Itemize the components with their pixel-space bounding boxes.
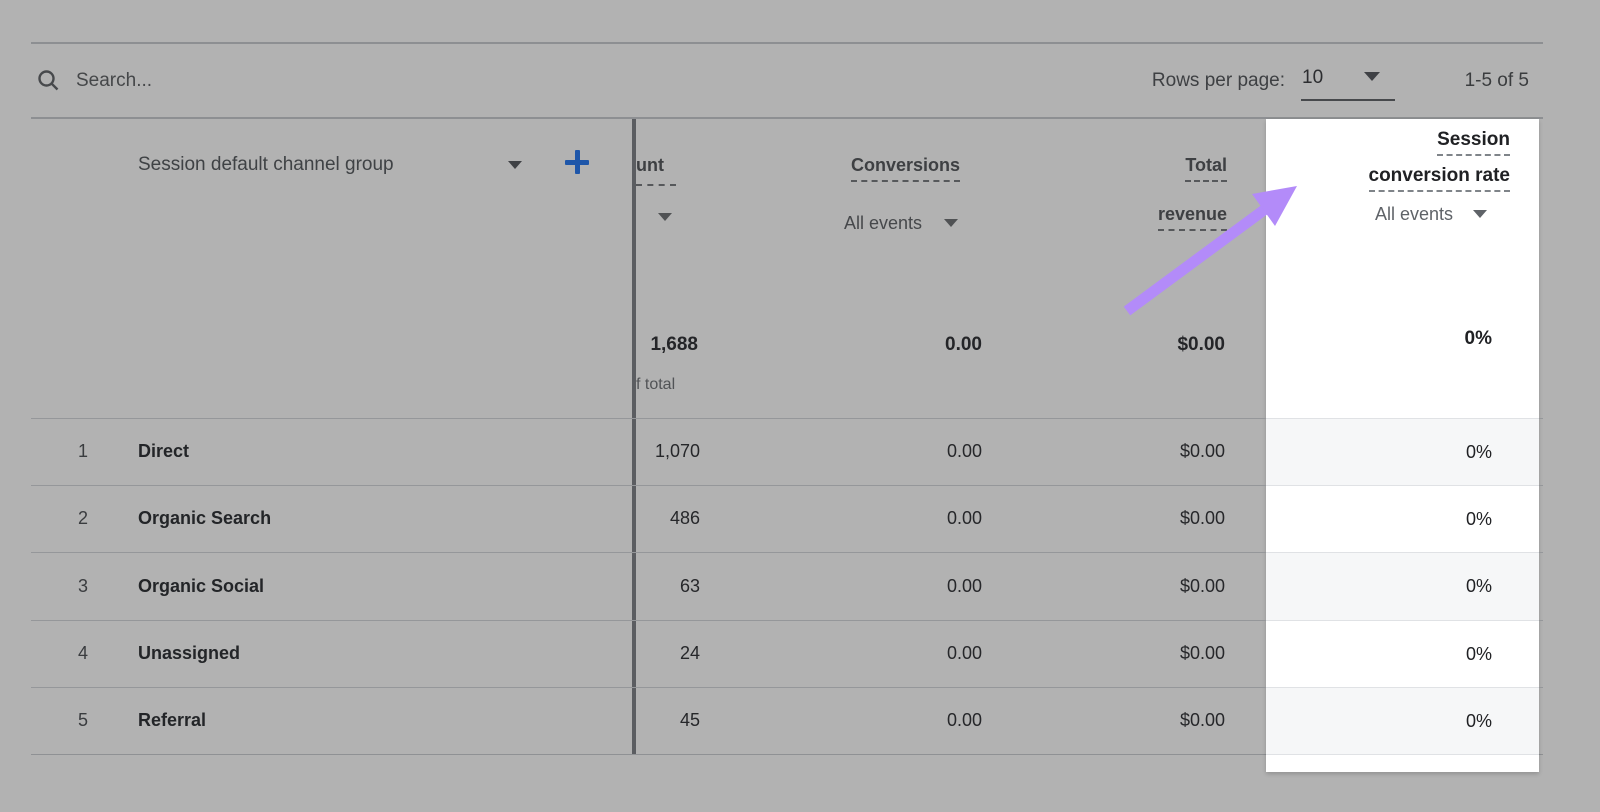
total-revenue-header[interactable]: Total revenue	[1157, 155, 1227, 253]
row-index: 3	[78, 575, 89, 596]
dimension-chevron-down-icon[interactable]	[508, 161, 522, 169]
clipped-metric-chevron-down-icon[interactable]	[658, 213, 672, 221]
revenue-value: $0.00	[1179, 643, 1225, 663]
total-revenue-label-line1[interactable]: Total	[1185, 155, 1227, 182]
add-dimension-plus-icon[interactable]	[565, 150, 589, 174]
table-row: 1 Direct 1,070 0.00 $0.00 0%	[31, 418, 1543, 485]
count-value: 45	[679, 710, 700, 730]
scr-label-line1[interactable]: Session	[1437, 130, 1510, 156]
revenue-value: $0.00	[1179, 508, 1225, 528]
conversions-event-label[interactable]: All events	[844, 213, 922, 233]
conversions-value: 0.00	[946, 441, 982, 461]
count-value: 486	[669, 508, 700, 528]
session-conversion-rate-value: 0%	[1266, 620, 1539, 687]
scr-event-label[interactable]: All events	[1375, 204, 1453, 224]
toolbar-top-divider	[31, 42, 1543, 44]
conversions-value: 0.00	[946, 508, 982, 528]
scr-chevron-down-icon[interactable]	[1473, 210, 1487, 218]
rows-per-page-label: Rows per page:	[1151, 70, 1285, 91]
table-bottom-border	[31, 754, 1266, 755]
session-conversion-rate-value: 0%	[1266, 418, 1539, 485]
row-index: 2	[78, 508, 89, 528]
table-row: 2 Organic Search 486 0.00 $0.00 0%	[31, 485, 1543, 552]
revenue-value: $0.00	[1179, 575, 1225, 596]
scr-event-selector[interactable]: All events	[1375, 204, 1487, 224]
revenue-value: $0.00	[1179, 710, 1225, 730]
session-conversion-rate-value: 0%	[1266, 687, 1539, 754]
row-index: 1	[78, 441, 89, 461]
conversions-value: 0.00	[946, 575, 982, 596]
conversions-header[interactable]: Conversions	[850, 155, 960, 182]
session-conversion-rate-value: 0%	[1266, 552, 1539, 620]
row-index: 4	[78, 643, 89, 663]
table-row: 4 Unassigned 24 0.00 $0.00 0%	[31, 620, 1543, 687]
count-value: 24	[679, 643, 700, 663]
dimension-header[interactable]: Session default channel group	[138, 154, 394, 176]
table-bottom-border-sliver	[1539, 754, 1543, 755]
session-conversion-rate-header[interactable]: Session conversion rate All events	[1368, 130, 1510, 224]
scr-label-line2[interactable]: conversion rate	[1368, 166, 1510, 192]
conversions-value: 0.00	[946, 710, 982, 730]
channel-name: Organic Search	[138, 508, 272, 528]
channel-name: Direct	[138, 441, 190, 461]
channel-name: Referral	[138, 710, 207, 730]
pagination-range: 1-5 of 5	[1464, 70, 1529, 91]
conversions-value: 0.00	[946, 643, 982, 663]
conversions-header-label[interactable]: Conversions	[850, 155, 960, 182]
rows-per-page-select[interactable]: 10	[1302, 68, 1323, 88]
channel-name: Organic Social	[138, 575, 265, 596]
totals-conversions: 0.00	[945, 334, 982, 355]
totals-revenue: $0.00	[1177, 334, 1225, 355]
rows-per-page-chevron-down-icon[interactable]	[1364, 72, 1380, 81]
table-bottom-border-highlight	[1266, 754, 1539, 755]
count-value: 1,070	[654, 441, 700, 461]
table-row: 5 Referral 45 0.00 $0.00 0%	[31, 687, 1543, 754]
revenue-value: $0.00	[1179, 441, 1225, 461]
totals-session-conversion-rate: 0%	[1464, 328, 1492, 349]
channel-name: Unassigned	[138, 643, 241, 663]
table-row: 3 Organic Social 63 0.00 $0.00 0%	[31, 552, 1543, 620]
count-value: 63	[679, 575, 700, 596]
total-revenue-label-line2[interactable]: revenue	[1157, 204, 1227, 231]
conversions-event-selector[interactable]: All events	[844, 213, 958, 233]
totals-count: 1,688	[650, 334, 698, 355]
conversions-chevron-down-icon[interactable]	[944, 219, 958, 227]
clipped-metric-header[interactable]: unt	[636, 155, 664, 175]
rows-per-page-underline	[1301, 99, 1395, 101]
search-input[interactable]: Search...	[76, 71, 152, 91]
row-index: 5	[78, 710, 89, 730]
totals-count-caption: f total	[636, 376, 676, 393]
search-icon	[38, 70, 59, 91]
session-conversion-rate-value: 0%	[1266, 485, 1539, 552]
ga4-table-screenshot: Search... Rows per page: 10 1-5 of 5 Ses…	[0, 0, 1600, 812]
clipped-metric-dashed-underline	[636, 184, 676, 186]
